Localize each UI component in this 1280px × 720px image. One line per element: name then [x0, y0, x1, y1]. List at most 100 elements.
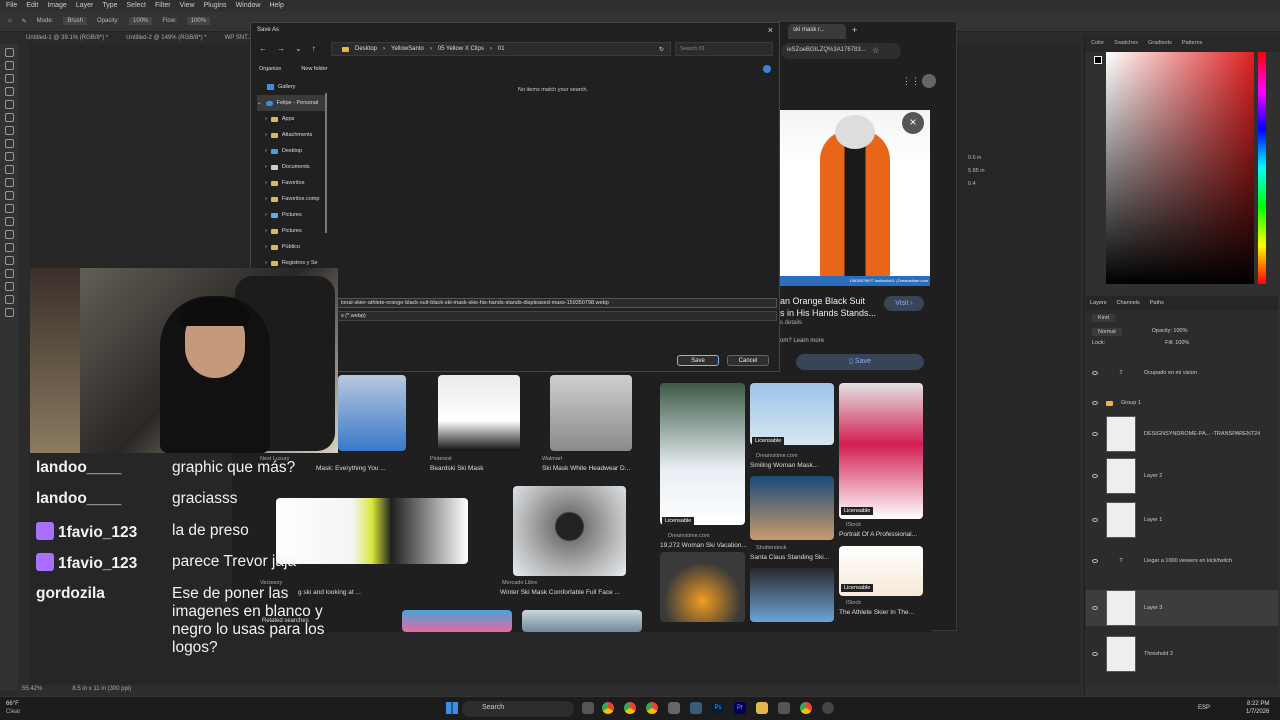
premiere-icon[interactable]: Pr — [734, 702, 746, 714]
prop-width[interactable]: 0.6 in — [968, 152, 985, 165]
brush-icon[interactable]: ✎ — [22, 18, 27, 25]
close-preview-icon[interactable]: × — [902, 112, 924, 134]
layer-opacity[interactable]: Opacity: 100% — [1152, 328, 1188, 336]
doc-tab-3[interactable]: WP SNT... — [225, 35, 253, 41]
layer-row[interactable]: DESIGNSYNDROME-PA... -TRANSPARENT24 — [1086, 416, 1278, 452]
result-image[interactable] — [750, 383, 834, 445]
filename-field[interactable]: ional-skier-athlete-orange-black-suit-bl… — [337, 298, 777, 308]
eraser-tool-icon[interactable] — [4, 191, 14, 200]
app-icon[interactable] — [668, 702, 680, 714]
app-icon[interactable] — [690, 702, 702, 714]
photoshop-icon[interactable]: Ps — [712, 702, 724, 714]
save-button[interactable]: ▯ Save — [796, 354, 924, 370]
avatar[interactable] — [922, 74, 936, 88]
tree-item[interactable]: › Favoritos comp — [257, 191, 325, 207]
marquee-tool-icon[interactable] — [4, 61, 14, 70]
result-image[interactable] — [660, 552, 745, 622]
result-caption[interactable]: Beardski Ski Mask — [430, 465, 483, 472]
tab-color[interactable]: Color — [1091, 40, 1104, 46]
file-explorer-icon[interactable] — [756, 702, 768, 714]
address-bar[interactable]: ieSZoeBGILZQ%3A176783... — [781, 43, 901, 59]
prop-value[interactable]: 0.4 — [968, 178, 985, 191]
tab-gradients[interactable]: Gradients — [1148, 40, 1172, 46]
result-image[interactable] — [839, 383, 923, 519]
apps-grid-icon[interactable]: ⋮⋮ — [902, 76, 920, 87]
doc-tab-1[interactable]: Untitled-1 @ 39.1% (RGB/8*) * — [26, 35, 108, 41]
preview-image[interactable]: 159350798 © lanikovich1 | Dreamstime.com — [780, 110, 930, 286]
learn-more-link[interactable]: om? Learn more — [780, 338, 824, 344]
select-tool-icon[interactable] — [4, 87, 14, 96]
result-image[interactable] — [750, 476, 834, 540]
result-caption[interactable]: 19,272 Woman Ski Vacation... — [660, 542, 747, 549]
menu-layer[interactable]: Layer — [76, 2, 94, 9]
tree-item[interactable]: › Documents — [257, 159, 325, 175]
layer-row[interactable]: Layer 1 — [1086, 502, 1278, 538]
app-icon[interactable] — [778, 702, 790, 714]
tab-swatches[interactable]: Swatches — [1114, 40, 1138, 46]
organize-button[interactable]: Organize — [259, 66, 281, 72]
eye-icon[interactable] — [1092, 606, 1098, 610]
chrome-icon[interactable] — [800, 702, 812, 714]
pen-tool-icon[interactable] — [4, 243, 14, 252]
taskbar-search[interactable]: Search — [462, 701, 574, 717]
layer-row[interactable]: Layer 3 — [1086, 590, 1278, 626]
blend-mode[interactable]: Normal — [1092, 328, 1122, 336]
home-icon[interactable]: ⌂ — [8, 18, 12, 24]
visit-button[interactable]: Visit › — [884, 296, 924, 311]
crumb[interactable]: Desktop — [355, 46, 377, 52]
tree-item[interactable]: › Pictures — [257, 223, 325, 239]
browser-tab[interactable]: ski mask r... — [788, 24, 846, 39]
menu-view[interactable]: View — [180, 2, 195, 9]
back-icon[interactable]: ← — [259, 44, 267, 53]
foreground-swatch[interactable] — [1094, 56, 1102, 64]
opacity-value[interactable]: 100% — [129, 17, 153, 25]
result-image[interactable] — [402, 610, 512, 632]
tab-layers[interactable]: Layers — [1090, 300, 1107, 306]
menu-help[interactable]: Help — [269, 2, 283, 9]
breadcrumb[interactable]: Desktop › YellowSanto › 05 Yellow X Clips ›… — [331, 42, 671, 56]
mode-select[interactable]: Brush — [63, 17, 88, 25]
lasso-tool-icon[interactable] — [4, 74, 14, 83]
menu-edit[interactable]: Edit — [26, 2, 38, 9]
tree-item[interactable]: Gallery — [257, 79, 325, 95]
help-icon[interactable] — [763, 65, 771, 73]
tree-item[interactable]: › Pictures — [257, 207, 325, 223]
filetype-select[interactable]: s (*.webp) — [337, 311, 777, 321]
chevron-down-icon[interactable]: ⌄ — [295, 44, 302, 53]
close-icon[interactable]: × — [768, 25, 773, 35]
layer-row[interactable]: Group 1 — [1086, 400, 1278, 406]
forward-icon[interactable]: → — [277, 44, 285, 53]
menu-select[interactable]: Select — [127, 2, 146, 9]
result-caption[interactable]: Smiling Woman Mask... — [750, 462, 818, 469]
color-picker-field[interactable] — [1106, 52, 1254, 284]
tab-channels[interactable]: Channels — [1117, 300, 1140, 306]
chrome-icon[interactable] — [602, 702, 614, 714]
menu-filter[interactable]: Filter — [155, 2, 171, 9]
result-image[interactable] — [660, 383, 745, 525]
brush-tool-icon[interactable] — [4, 152, 14, 161]
history-tool-icon[interactable] — [4, 178, 14, 187]
layer-row[interactable]: Threshold 2 — [1086, 636, 1278, 672]
layer-row[interactable]: T Ocupado en mi vision — [1086, 370, 1278, 376]
result-caption[interactable]: Portrait Of A Professional... — [839, 531, 917, 538]
zoom-tool-icon[interactable] — [4, 308, 14, 317]
move-tool-icon[interactable] — [4, 48, 14, 57]
flow-value[interactable]: 100% — [186, 17, 211, 25]
result-image[interactable] — [550, 375, 632, 451]
menu-window[interactable]: Window — [236, 2, 261, 9]
result-image[interactable] — [522, 610, 642, 632]
menu-file[interactable]: File — [6, 2, 17, 9]
result-details[interactable]: s details — [780, 320, 802, 326]
tab-patterns[interactable]: Patterns — [1182, 40, 1202, 46]
result-caption[interactable]: Santa Claus Standing Ski... — [750, 554, 829, 561]
crumb[interactable]: 05 Yellow X Clips — [438, 46, 484, 52]
result-caption[interactable]: Ski Mask White Headwear D... — [542, 465, 630, 472]
eye-icon[interactable] — [1092, 559, 1098, 563]
chrome-icon[interactable] — [646, 702, 658, 714]
new-tab-icon[interactable]: + — [852, 25, 857, 35]
chrome-icon[interactable] — [624, 702, 636, 714]
eye-icon[interactable] — [1092, 401, 1098, 405]
hue-slider[interactable] — [1258, 52, 1266, 284]
prop-height[interactable]: 5.85 in — [968, 165, 985, 178]
tree-item[interactable]: › Favoritos — [257, 175, 325, 191]
